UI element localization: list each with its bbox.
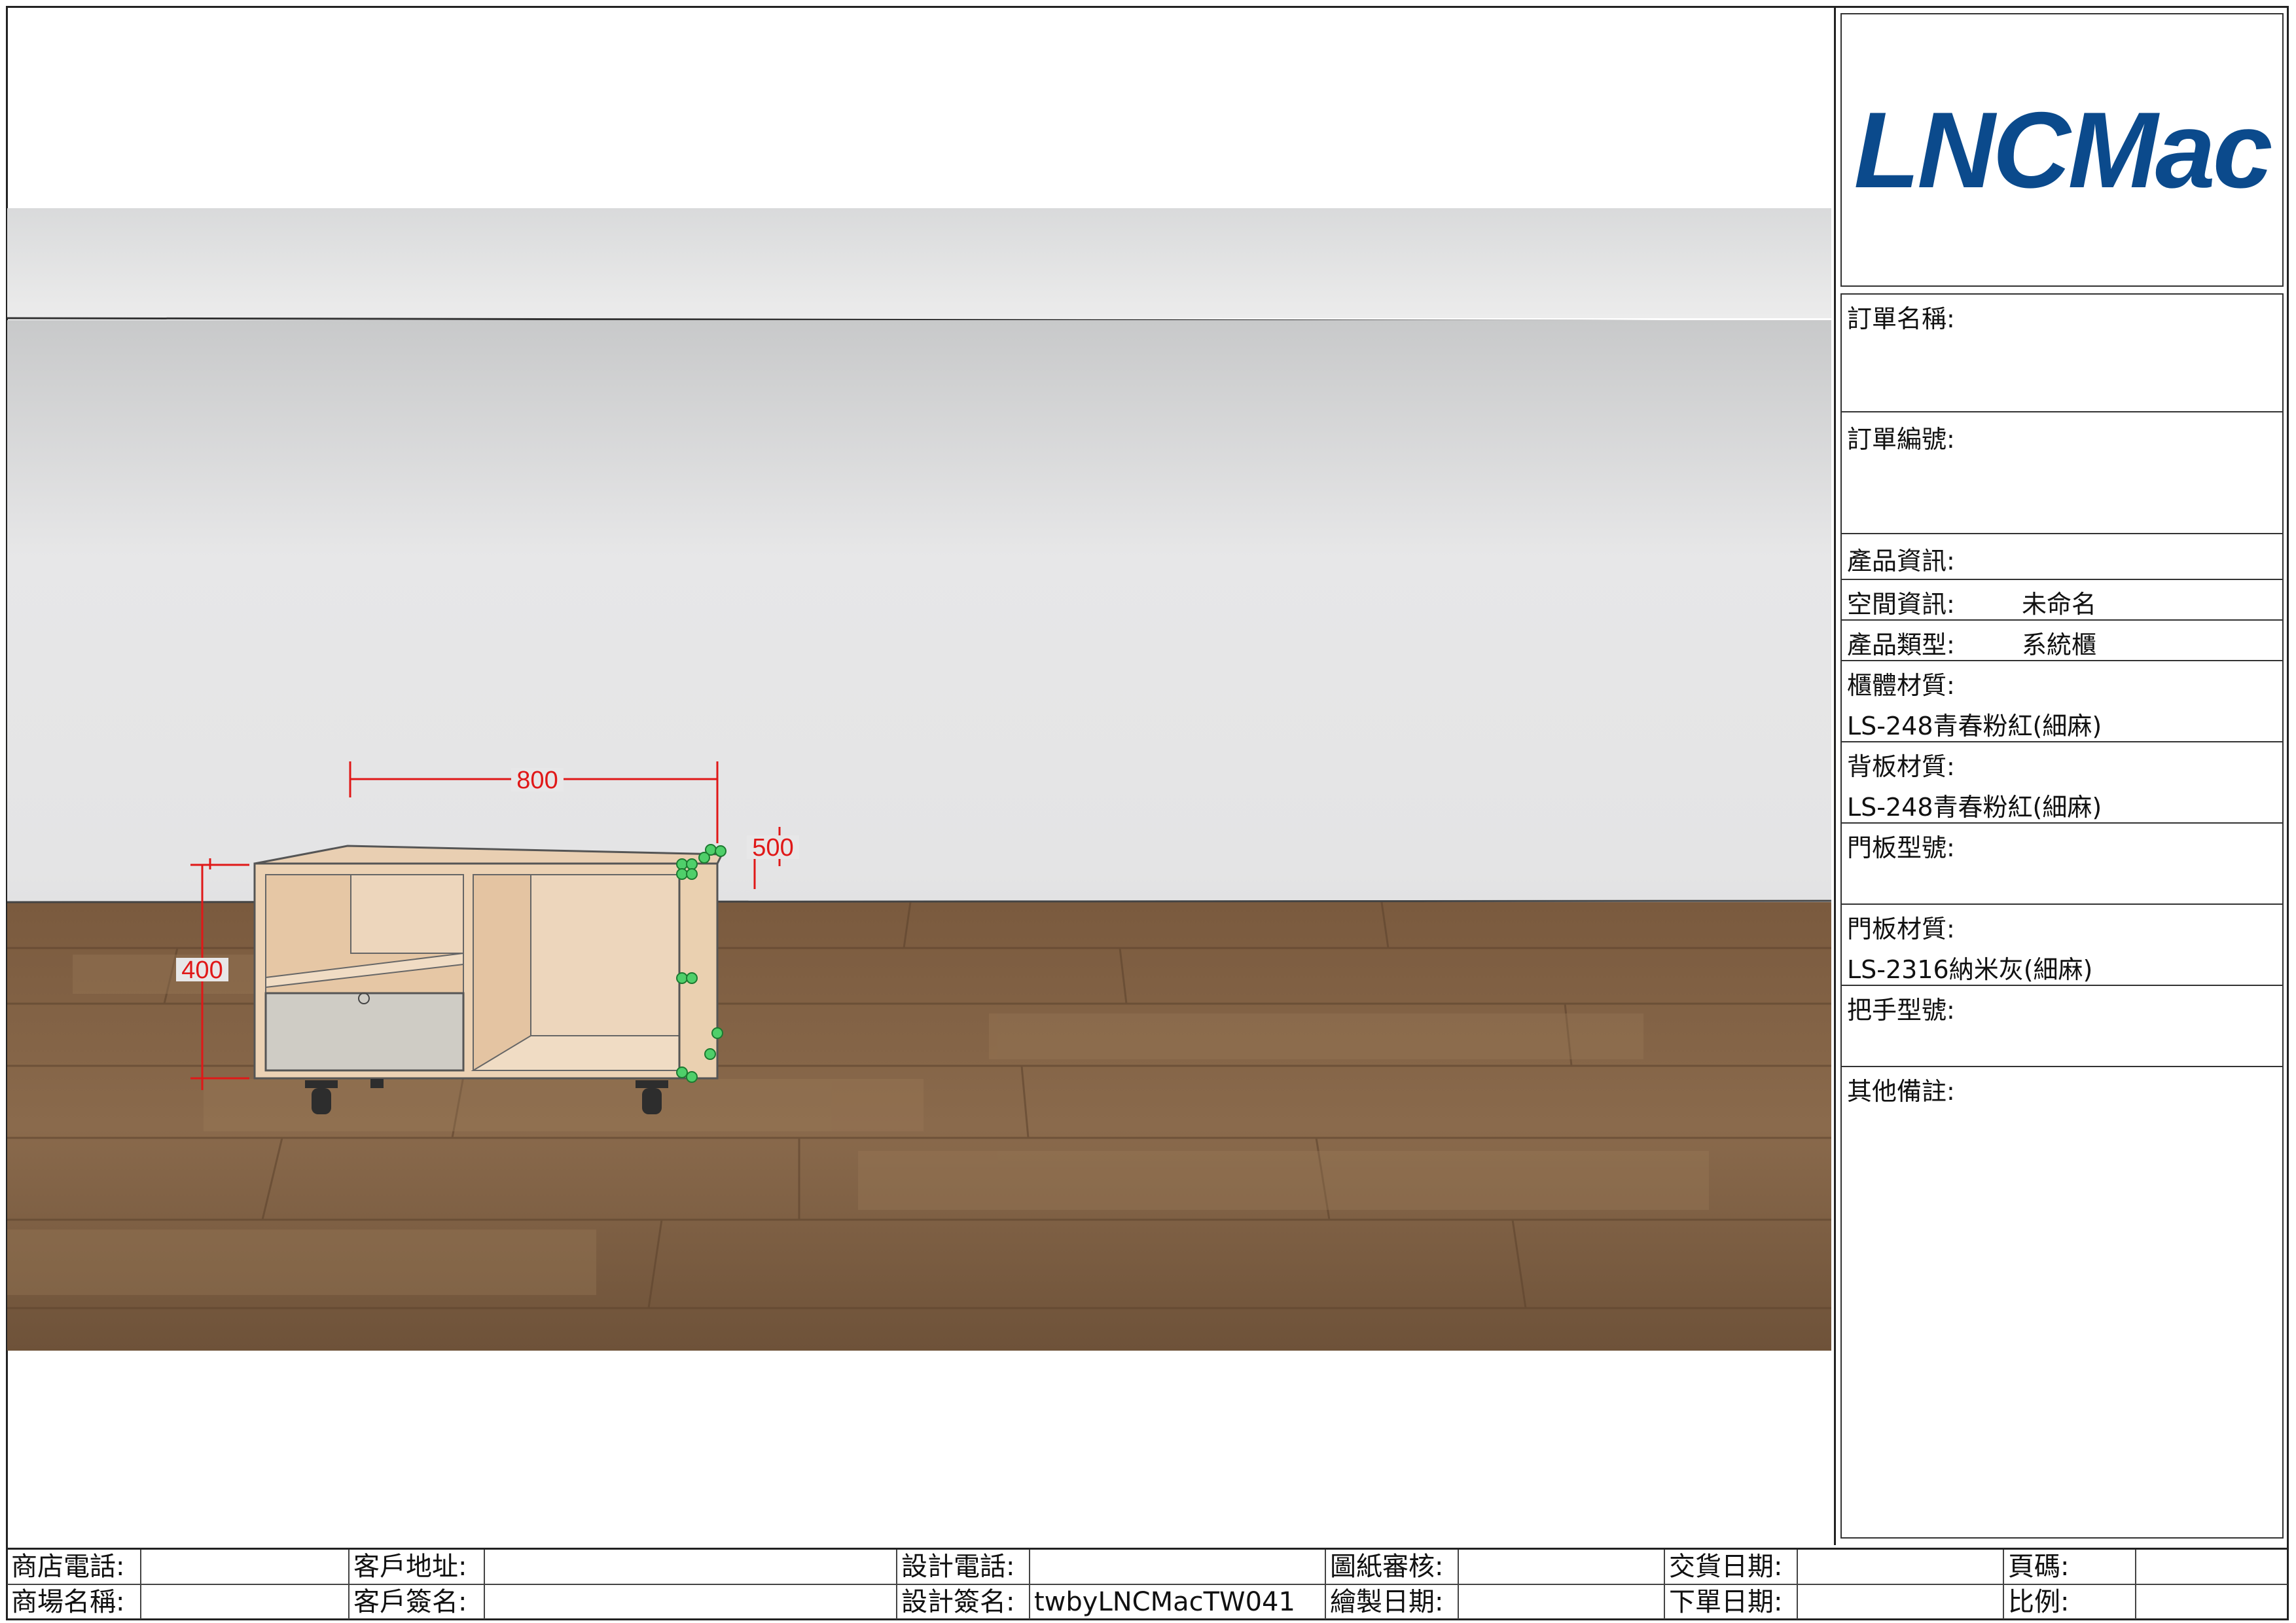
- space-info-label: 空間資訊:: [1847, 590, 1955, 619]
- order-name-label: 訂單名稱:: [1847, 304, 1955, 333]
- brand-logo: LNCMac: [1854, 89, 2272, 210]
- order-date-label: 下單日期:: [1665, 1585, 1798, 1619]
- store-phone-value: [141, 1550, 350, 1584]
- design-phone-value: [1030, 1550, 1326, 1584]
- order-info-panel: 訂單名稱: 訂單編號: 產品資訊: 空間資訊: 未命名 產品類型: 系統櫃 櫃體…: [1840, 293, 2284, 1539]
- customer-signature-label: 客戶簽名:: [350, 1585, 485, 1619]
- mall-name-value: [141, 1585, 350, 1619]
- backboard-material-row: 背板材質: LS-248青春粉紅(細麻): [1842, 741, 2282, 822]
- door-material-label: 門板材質:: [1847, 915, 1955, 943]
- footer-title-block: 商店電話: 客戶地址: 設計電話: 圖紙審核: 交貨日期: 頁碼: 商場名稱: …: [7, 1548, 2287, 1620]
- drawing-date-label: 繪製日期:: [1326, 1585, 1459, 1619]
- backboard-material-label: 背板材質:: [1847, 752, 1955, 781]
- store-phone-label: 商店電話:: [7, 1550, 141, 1584]
- product-type-value: 系統櫃: [2022, 630, 2097, 659]
- product-info-row: 產品資訊:: [1842, 533, 2282, 579]
- cabinet-material-label: 櫃體材質:: [1847, 671, 1955, 700]
- cabinet: [253, 844, 726, 1114]
- other-notes-row: 其他備註:: [1842, 1066, 2282, 1537]
- cabinet-material-value: LS-248青春粉紅(細麻): [1847, 712, 2102, 740]
- cabinet-3d-render: 800 500 400: [7, 208, 1831, 1351]
- customer-address-value: [485, 1550, 897, 1584]
- customer-signature-value: [485, 1585, 897, 1619]
- order-name-row: 訂單名稱:: [1842, 295, 2282, 411]
- delivery-date-label: 交貨日期:: [1665, 1550, 1798, 1584]
- door-model-label: 門板型號:: [1847, 833, 1955, 862]
- designer-signature-label: 設計簽名:: [897, 1585, 1030, 1619]
- design-phone-label: 設計電話:: [897, 1550, 1030, 1584]
- width-dimension: 800: [516, 767, 558, 794]
- drawer: [264, 992, 465, 1072]
- drawing-date-value: [1459, 1585, 1665, 1619]
- drawing-review-value: [1459, 1550, 1665, 1584]
- door-material-value: LS-2316納米灰(細麻): [1847, 955, 2093, 984]
- product-info-label: 產品資訊:: [1847, 547, 1955, 575]
- space-info-value: 未命名: [2022, 590, 2097, 619]
- designer-signature-value: twbyLNCMacTW041: [1030, 1585, 1326, 1619]
- drawing-review-label: 圖紙審核:: [1326, 1550, 1459, 1584]
- ceiling-band: [7, 208, 1831, 318]
- scale-label: 比例:: [2004, 1585, 2136, 1619]
- door-material-row: 門板材質: LS-2316納米灰(細麻): [1842, 903, 2282, 985]
- order-date-value: [1798, 1585, 2004, 1619]
- customer-address-label: 客戶地址:: [350, 1550, 485, 1584]
- height-dimension: 400: [181, 957, 223, 984]
- delivery-date-value: [1798, 1550, 2004, 1584]
- product-type-row: 產品類型: 系統櫃: [1842, 619, 2282, 660]
- space-info-row: 空間資訊: 未命名: [1842, 579, 2282, 619]
- door-model-row: 門板型號:: [1842, 822, 2282, 903]
- other-notes-label: 其他備註:: [1847, 1077, 1955, 1106]
- depth-dimension: 500: [752, 834, 793, 862]
- handle-model-label: 把手型號:: [1847, 996, 1955, 1025]
- backboard-material-value: LS-248青春粉紅(細麻): [1847, 793, 2102, 822]
- product-type-label: 產品類型:: [1847, 630, 1955, 659]
- order-no-label: 訂單編號:: [1847, 425, 1955, 454]
- scale-value: [2136, 1585, 2287, 1619]
- page-no-value: [2136, 1550, 2287, 1584]
- order-no-row: 訂單編號:: [1842, 411, 2282, 533]
- logo-box: LNCMac: [1840, 13, 2284, 287]
- mall-name-label: 商場名稱:: [7, 1585, 141, 1619]
- cabinet-material-row: 櫃體材質: LS-248青春粉紅(細麻): [1842, 660, 2282, 741]
- handle-model-row: 把手型號:: [1842, 985, 2282, 1066]
- page-no-label: 頁碼:: [2004, 1550, 2136, 1584]
